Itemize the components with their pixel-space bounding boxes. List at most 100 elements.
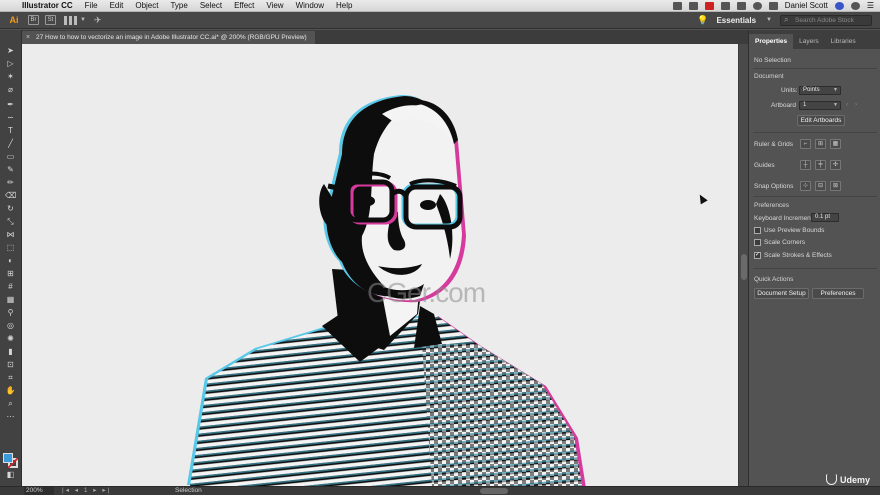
menu-type[interactable]: Type — [164, 1, 193, 10]
mesh-tool-icon[interactable]: # — [5, 282, 16, 292]
stock-search-input[interactable]: Search Adobe Stock — [780, 14, 872, 26]
pen-tool-icon[interactable]: ✒ — [5, 100, 16, 110]
vectorized-portrait-artwork[interactable] — [22, 44, 738, 486]
current-tool-readout[interactable]: Selection — [175, 487, 202, 495]
preferences-button[interactable]: Preferences — [812, 288, 864, 299]
eyedropper-tool-icon[interactable]: ⚲ — [5, 308, 16, 318]
more-tools-icon[interactable]: ⋯ — [5, 412, 16, 422]
menu-select[interactable]: Select — [194, 1, 228, 10]
screen-icon[interactable] — [720, 1, 730, 10]
next-artboard-icon[interactable]: › — [855, 101, 857, 108]
snap-to-pixel-icon[interactable]: ⊠ — [830, 181, 841, 191]
scale-strokes-effects-label: Scale Strokes & Effects — [764, 252, 832, 259]
battery-icon[interactable] — [768, 1, 778, 10]
scale-strokes-effects-checkbox[interactable]: ✓ — [754, 252, 761, 259]
arrange-documents-icon[interactable] — [64, 15, 78, 25]
lightbulb-icon[interactable]: 💡 — [697, 15, 708, 26]
width-tool-icon[interactable]: ⋈ — [5, 230, 16, 240]
record-icon[interactable] — [704, 1, 714, 10]
shape-builder-tool-icon[interactable]: ◐ — [5, 256, 16, 266]
vertical-scrollbar[interactable] — [738, 44, 748, 486]
previous-artboard-icon[interactable]: ‹ — [846, 101, 848, 108]
canvas-area[interactable]: CGer.com — [22, 44, 738, 486]
direct-selection-tool-icon[interactable]: ▷ — [5, 59, 16, 69]
column-graph-tool-icon[interactable]: ▮ — [5, 347, 16, 357]
menu-window[interactable]: Window — [290, 1, 330, 10]
pencil-tool-icon[interactable]: ✏ — [5, 178, 16, 188]
tab-properties[interactable]: Properties — [749, 34, 794, 49]
lasso-tool-icon[interactable]: ⌀ — [5, 85, 16, 95]
tab-libraries[interactable]: Libraries — [825, 34, 862, 49]
stock-button[interactable]: St — [45, 15, 56, 25]
user-name[interactable]: Daniel Scott — [785, 1, 828, 10]
show-guides-icon[interactable]: ┼ — [800, 160, 811, 170]
eraser-tool-icon[interactable]: ⌫ — [5, 191, 16, 201]
type-tool-icon[interactable]: T — [5, 126, 16, 136]
slice-tool-icon[interactable]: ⌗ — [5, 373, 16, 383]
menu-help[interactable]: Help — [330, 1, 358, 10]
wifi-icon[interactable] — [752, 1, 762, 10]
artboard-tool-icon[interactable]: ⊡ — [5, 360, 16, 370]
magic-wand-tool-icon[interactable]: ✶ — [5, 72, 16, 82]
right-eye — [420, 200, 436, 210]
snap-to-grid-icon[interactable]: ⊟ — [815, 181, 826, 191]
gradient-tool-icon[interactable]: ▦ — [5, 295, 16, 305]
display-icon[interactable] — [736, 1, 746, 10]
keyboard-increment-input[interactable]: 0.1 pt — [811, 213, 839, 222]
menu-app-name[interactable]: Illustrator CC — [16, 1, 79, 10]
document-setup-button[interactable]: Document Setup — [754, 288, 809, 299]
dropbox-icon[interactable] — [672, 1, 682, 10]
menu-object[interactable]: Object — [129, 1, 164, 10]
bridge-button[interactable]: Br — [28, 15, 39, 25]
menu-effect[interactable]: Effect — [228, 1, 260, 10]
paintbrush-tool-icon[interactable]: ✎ — [5, 165, 16, 175]
edit-artboards-button[interactable]: Edit Artboards — [797, 115, 845, 126]
artboard-select[interactable]: 1 ▼ — [799, 101, 841, 110]
units-select[interactable]: Points ▼ — [799, 86, 841, 95]
rectangle-tool-icon[interactable]: ▭ — [5, 152, 16, 162]
gpu-performance-icon[interactable]: ✈ — [94, 15, 102, 26]
curvature-tool-icon[interactable]: ∽ — [5, 113, 16, 123]
rotate-tool-icon[interactable]: ↻ — [5, 204, 16, 214]
ruler-toggle-icon[interactable]: ⌐ — [800, 139, 811, 149]
blend-tool-icon[interactable]: ◎ — [5, 321, 16, 331]
siri-icon[interactable] — [850, 1, 860, 10]
scale-tool-icon[interactable]: ⤡ — [5, 217, 16, 227]
document-tab-bar: × 27 How to how to vectorize an image in… — [22, 30, 748, 44]
menu-view[interactable]: View — [260, 1, 289, 10]
tab-layers[interactable]: Layers — [793, 34, 825, 49]
zoom-tool-icon[interactable]: ⌕ — [5, 399, 16, 409]
vertical-scroll-thumb[interactable] — [741, 254, 747, 280]
close-tab-icon[interactable]: × — [26, 31, 30, 44]
horizontal-scroll-thumb[interactable] — [480, 488, 508, 494]
notifications-icon[interactable]: ☰ — [867, 1, 874, 10]
hand-tool-icon[interactable]: ✋ — [5, 386, 16, 396]
workspace-switcher[interactable]: Essentials — [716, 16, 756, 25]
creative-cloud-icon[interactable] — [688, 1, 698, 10]
spotlight-icon[interactable] — [834, 1, 844, 10]
snap-to-point-icon[interactable]: ⊹ — [800, 181, 811, 191]
artboard[interactable]: CGer.com — [22, 44, 738, 486]
perspective-grid-tool-icon[interactable]: ⊞ — [5, 269, 16, 279]
grid-toggle-icon[interactable]: ⊞ — [815, 139, 826, 149]
transparency-grid-icon[interactable]: ▦ — [830, 139, 841, 149]
artboard-navigator[interactable]: |◂ ◂ 1 ▸ ▸| — [62, 487, 111, 495]
menu-file[interactable]: File — [79, 1, 104, 10]
lock-guides-icon[interactable]: ╪ — [815, 160, 826, 170]
chevron-down-icon[interactable]: ▼ — [80, 17, 86, 23]
menu-edit[interactable]: Edit — [104, 1, 130, 10]
selection-tool-icon[interactable]: ➤ — [5, 46, 16, 56]
symbol-sprayer-tool-icon[interactable]: ✺ — [5, 334, 16, 344]
divider — [753, 196, 877, 197]
udemy-logo-text: Udemy — [840, 474, 871, 485]
scale-corners-checkbox[interactable] — [754, 239, 761, 246]
line-tool-icon[interactable]: ╱ — [5, 139, 16, 149]
free-transform-tool-icon[interactable]: ⬚ — [5, 243, 16, 253]
smart-guides-icon[interactable]: ✣ — [830, 160, 841, 170]
workspace-chevron-icon[interactable]: ▼ — [766, 17, 772, 23]
fill-swatch[interactable] — [3, 453, 13, 463]
draw-mode-icon[interactable]: ◧ — [5, 470, 16, 480]
use-preview-bounds-checkbox[interactable] — [754, 227, 761, 234]
zoom-level-field[interactable]: 200% — [24, 487, 54, 495]
document-tab[interactable]: × 27 How to how to vectorize an image in… — [22, 31, 315, 44]
